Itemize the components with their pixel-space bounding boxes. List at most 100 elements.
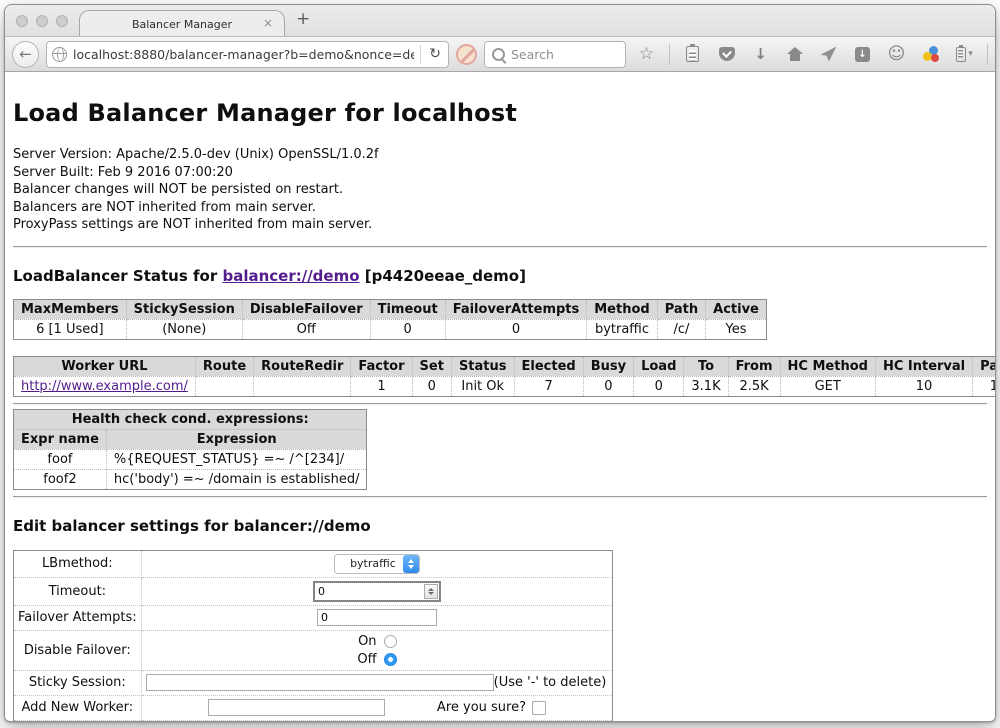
reload-icon[interactable]: ↻ [427, 46, 443, 62]
zoom-window-button[interactable] [56, 15, 68, 27]
tab-close-icon[interactable]: × [263, 16, 273, 30]
divider [13, 403, 987, 405]
battery-icon [956, 47, 966, 62]
cell-to: 3.1K [684, 376, 728, 396]
search-bar[interactable]: Search [484, 41, 626, 68]
divider [13, 496, 987, 498]
form-row-sticky: Sticky Session: (Use '-' to delete) [14, 670, 613, 695]
table-title-row: Health check cond. expressions: [14, 409, 367, 429]
content-blocker-icon[interactable] [456, 44, 477, 65]
url-text[interactable]: localhost:8880/balancer-manager?b=demo&n… [73, 47, 414, 62]
search-placeholder[interactable]: Search [511, 47, 554, 62]
sticky-hint: (Use '-' to delete) [494, 675, 609, 690]
new-tab-button[interactable]: + [296, 9, 310, 29]
are-you-sure-checkbox[interactable] [532, 701, 546, 715]
col-maxmembers: MaxMembers [14, 299, 127, 319]
number-spinner-icon[interactable] [424, 584, 438, 599]
col-disablefailover: DisableFailover [242, 299, 370, 319]
timeout-cell: 0 [141, 577, 613, 605]
tab-balancer-manager[interactable]: Balancer Manager × [79, 10, 285, 37]
save-to-box-icon[interactable]: ↓ [849, 40, 876, 68]
lbmethod-label: LBmethod: [14, 550, 142, 577]
close-window-button[interactable] [16, 15, 28, 27]
form-row-add-worker: Add New Worker: Are you sure? [14, 695, 613, 720]
form-row-failover: Failover Attempts: [14, 605, 613, 630]
col-expr-name: Expr name [14, 429, 107, 449]
timeout-value: 0 [318, 585, 325, 598]
col-from: From [728, 356, 780, 376]
cell-timeout: 0 [370, 319, 445, 339]
radio-off-label: Off [357, 652, 376, 667]
col-status: Status [451, 356, 514, 376]
worker-status-table: Worker URL Route RouteRedir Factor Set S… [13, 356, 995, 397]
cell-worker-url: http://www.example.com/ [14, 376, 196, 396]
status-heading: LoadBalancer Status for balancer://demo … [13, 267, 987, 285]
radio-on[interactable] [384, 635, 397, 648]
col-passes: Passes [973, 356, 995, 376]
cell-passes: 1 (0) [973, 376, 995, 396]
form-row-submit: Submit [14, 720, 613, 721]
failover-attempts-input[interactable] [317, 609, 437, 626]
col-expression: Expression [106, 429, 367, 449]
extension-colors-icon[interactable] [917, 40, 944, 68]
pocket-shield-icon [719, 47, 735, 61]
col-hc-interval: HC Interval [875, 356, 972, 376]
table-header-row: MaxMembers StickySession DisableFailover… [14, 299, 767, 319]
form-row-lbmethod: LBmethod: bytraffic [14, 550, 613, 577]
cell-hc-method: GET [780, 376, 875, 396]
table-header-row: Worker URL Route RouteRedir Factor Set S… [14, 356, 996, 376]
feedback-smiley-icon[interactable]: ☺ [883, 40, 910, 68]
add-worker-label: Add New Worker: [14, 695, 142, 720]
home-icon[interactable] [781, 40, 808, 68]
back-button[interactable]: ← [12, 41, 39, 68]
cell-hc-interval: 10 [875, 376, 972, 396]
house-icon [787, 47, 803, 61]
cell-factor: 1 [351, 376, 412, 396]
cell-busy: 0 [583, 376, 633, 396]
failover-label: Failover Attempts: [14, 605, 142, 630]
select-stepper-icon [403, 555, 419, 573]
page-title: Load Balancer Manager for localhost [13, 99, 987, 127]
bookmarks-clipboard-icon[interactable] [679, 40, 706, 68]
col-timeout: Timeout [370, 299, 445, 319]
disable-failover-label: Disable Failover: [14, 630, 142, 670]
status-heading-prefix: LoadBalancer Status for [13, 267, 222, 285]
site-identity-globe-icon[interactable] [52, 47, 67, 62]
table-row: foof2 hc('body') =~ /domain is establish… [14, 469, 367, 489]
worker-url-link[interactable]: http://www.example.com/ [21, 379, 188, 394]
balancer-demo-link[interactable]: balancer://demo [222, 267, 359, 285]
col-method: Method [587, 299, 657, 319]
health-check-table: Health check cond. expressions: Expr nam… [13, 409, 367, 490]
server-version-line: Server Version: Apache/2.5.0-dev (Unix) … [13, 146, 987, 164]
lbmethod-select[interactable]: bytraffic [334, 554, 420, 574]
balancer-settings-form: LBmethod: bytraffic Timeout: 0 Failover … [13, 550, 613, 722]
send-tab-icon[interactable] [815, 40, 842, 68]
pocket-icon[interactable] [713, 40, 740, 68]
failover-cell [141, 605, 613, 630]
radio-on-label: On [358, 634, 376, 649]
radio-off[interactable] [384, 653, 397, 666]
downloads-icon[interactable]: ↓ [747, 40, 774, 68]
divider [13, 246, 987, 248]
col-stickysession: StickySession [126, 299, 242, 319]
balancers-notice-line: Balancers are NOT inherited from main se… [13, 199, 987, 217]
search-icon [492, 48, 505, 61]
minimize-window-button[interactable] [36, 15, 48, 27]
edit-settings-heading: Edit balancer settings for balancer://de… [13, 517, 987, 535]
url-bar[interactable]: localhost:8880/balancer-manager?b=demo&n… [46, 41, 449, 68]
bookmark-star-icon[interactable]: ☆ [633, 40, 660, 68]
balancer-status-table: MaxMembers StickySession DisableFailover… [13, 299, 767, 340]
disable-failover-cell: On Off [141, 630, 613, 670]
sticky-session-input[interactable] [146, 674, 494, 691]
timeout-input[interactable]: 0 [313, 581, 441, 602]
health-check-title: Health check cond. expressions: [14, 409, 367, 429]
cell-set: 0 [412, 376, 451, 396]
cell-disablefailover: Off [242, 319, 370, 339]
new-worker-input[interactable] [208, 699, 385, 716]
col-load: Load [634, 356, 684, 376]
battery-extension-icon[interactable]: ▾ [951, 40, 978, 68]
col-routeredir: RouteRedir [254, 356, 351, 376]
col-factor: Factor [351, 356, 412, 376]
toolbar-divider [987, 44, 988, 65]
cell-route [195, 376, 253, 396]
